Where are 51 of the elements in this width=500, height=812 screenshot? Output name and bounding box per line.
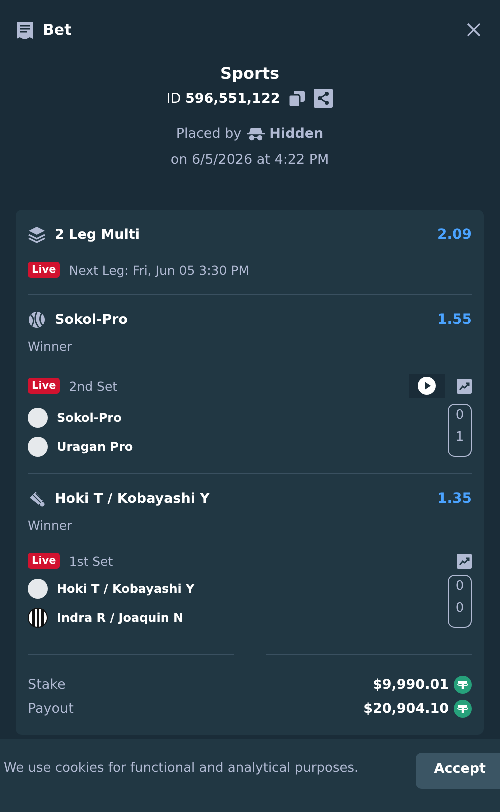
team-avatar bbox=[28, 608, 48, 628]
bet-category: Sports bbox=[220, 64, 280, 83]
market-name: Winner bbox=[28, 518, 74, 533]
tether-coin-icon bbox=[454, 676, 472, 694]
team-avatar bbox=[28, 579, 48, 599]
live-badge: Live bbox=[28, 553, 60, 569]
copy-icon[interactable] bbox=[288, 90, 306, 108]
receipt-icon bbox=[16, 20, 34, 40]
team-avatar bbox=[28, 408, 48, 428]
team-name: Hoki T / Kobayashi Y bbox=[57, 582, 195, 596]
next-leg-time: Next Leg: Fri, Jun 05 3:30 PM bbox=[69, 262, 250, 278]
team-name: Uragan Pro bbox=[57, 440, 134, 454]
leg-odds: 1.35 bbox=[437, 491, 472, 507]
modal-title: Bet bbox=[43, 21, 72, 39]
total-label: Stake bbox=[28, 677, 66, 693]
total-amount: $9,990.01 bbox=[372, 677, 449, 693]
total-label: Payout bbox=[28, 701, 74, 717]
market-name: Winner bbox=[28, 339, 74, 354]
match-period: 1st Set bbox=[69, 554, 114, 568]
multi-title: 2 Leg Multi bbox=[55, 227, 140, 243]
team-avatar bbox=[28, 437, 48, 457]
chart-icon bbox=[457, 554, 472, 568]
shuttlecock-icon bbox=[28, 490, 46, 508]
accept-button[interactable]: Accept bbox=[416, 753, 500, 789]
placed-by-label: Placed by bbox=[176, 126, 242, 142]
score: 0 bbox=[456, 601, 464, 616]
incognito-icon bbox=[246, 127, 265, 141]
leg-selection: Sokol-Pro bbox=[55, 312, 128, 328]
leg-selection: Hoki T / Kobayashi Y bbox=[55, 491, 210, 507]
play-icon bbox=[418, 377, 436, 395]
tennis-ball-icon bbox=[28, 311, 46, 329]
leg-odds: 1.55 bbox=[437, 312, 472, 328]
cookie-message: We use cookies for functional and analytical purposes. bbox=[4, 761, 359, 776]
tether-coin-icon bbox=[454, 700, 472, 718]
score: 1 bbox=[456, 430, 464, 445]
score: 0 bbox=[456, 408, 464, 423]
layers-icon bbox=[28, 226, 46, 244]
bet-id: ID 596,551,122 bbox=[166, 90, 280, 106]
chart-icon bbox=[457, 378, 472, 394]
score: 0 bbox=[456, 579, 464, 594]
match-period: 2nd Set bbox=[69, 378, 118, 394]
placed-by-user: Hidden bbox=[270, 126, 324, 142]
team-name: Indra R / Joaquin N bbox=[57, 611, 184, 625]
placed-date: on 6/5/2026 at 4:22 PM bbox=[170, 152, 330, 168]
team-name: Sokol-Pro bbox=[57, 411, 122, 425]
live-badge: Live bbox=[28, 378, 60, 394]
share-icon[interactable] bbox=[314, 89, 334, 108]
total-amount: $20,904.10 bbox=[364, 701, 449, 717]
multi-odds: 2.09 bbox=[437, 227, 472, 243]
live-badge: Live bbox=[28, 262, 60, 278]
live-stream-button[interactable] bbox=[409, 374, 445, 398]
